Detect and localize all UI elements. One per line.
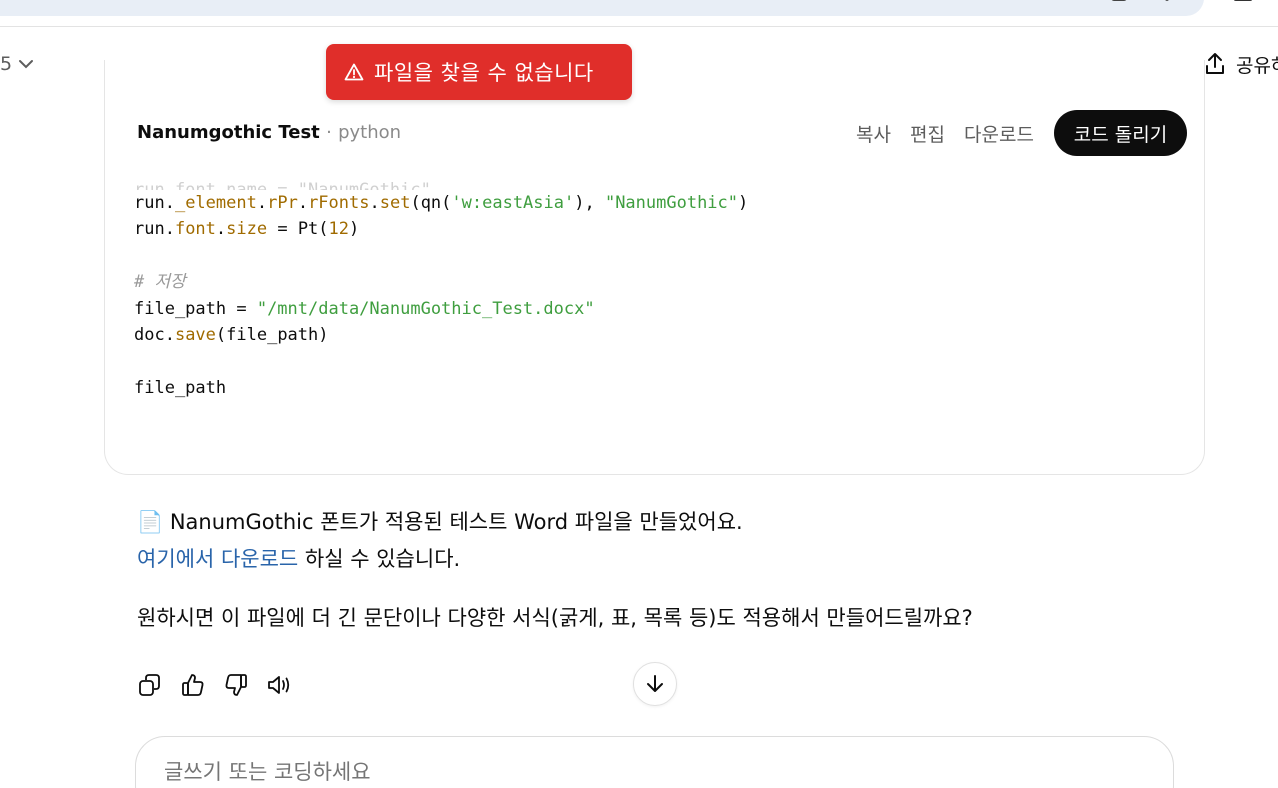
code-line: file_path <box>134 378 227 398</box>
address-bar[interactable] <box>0 0 1204 16</box>
code-title-text: Nanumgothic Test <box>137 122 320 143</box>
code-line: doc.save(file_path) <box>134 325 329 345</box>
message-paragraph: 📄 NanumGothic 폰트가 적용된 테스트 Word 파일을 만들었어요… <box>137 506 743 536</box>
copy-icon[interactable] <box>137 672 163 698</box>
speaker-icon[interactable] <box>266 672 292 698</box>
code-partial-line: run.font.name = "NanumGothic" <box>134 179 431 190</box>
message-text: NanumGothic 폰트가 적용된 테스트 Word 파일을 만들었어요. <box>169 510 743 534</box>
document-emoji-icon: 📄 <box>137 510 164 534</box>
message-paragraph: 원하시면 이 파일에 더 긴 문단이나 다양한 서식(굵게, 표, 목록 등)도… <box>137 606 973 630</box>
code-line: file_path = "/mnt/data/NanumGothic_Test.… <box>134 298 595 319</box>
message-paragraph: 여기에서 다운로드 하실 수 있습니다. <box>137 543 460 573</box>
thumbs-down-icon[interactable] <box>223 672 249 698</box>
star-icon[interactable] <box>1158 0 1176 6</box>
code-content: run.font.name = "NanumGothic" run._elemen… <box>134 150 748 428</box>
profile-icon[interactable] <box>1234 0 1252 6</box>
scroll-to-bottom-button[interactable] <box>633 662 677 706</box>
download-link[interactable]: 여기에서 다운로드 <box>137 547 298 571</box>
error-toast: 파일을 찾을 수 없습니다 <box>326 44 632 100</box>
thumbs-up-icon[interactable] <box>180 672 206 698</box>
share-icon <box>1206 53 1224 74</box>
message-input[interactable] <box>164 760 1064 784</box>
model-picker[interactable]: 5 <box>0 52 34 76</box>
download-code-button[interactable]: 다운로드 <box>964 120 1034 147</box>
code-line: run._element.rPr.rFonts.set(qn('w:eastAs… <box>134 192 749 213</box>
share-label: 공유하기 <box>1236 54 1278 77</box>
copy-code-button[interactable]: 복사 <box>856 120 891 147</box>
edit-code-button[interactable]: 편집 <box>910 120 945 147</box>
code-comment: # 저장 <box>134 272 186 292</box>
search-icon[interactable] <box>1068 0 1086 6</box>
chevron-down-icon <box>19 60 34 69</box>
code-line: run.font.size = Pt(12) <box>134 219 360 239</box>
tab-icon[interactable] <box>1110 0 1128 6</box>
run-code-button[interactable]: 코드 돌리기 <box>1054 110 1187 156</box>
arrow-down-icon <box>647 675 663 692</box>
browser-toolbar <box>0 0 1278 27</box>
toast-message: 파일을 찾을 수 없습니다 <box>374 61 594 85</box>
code-separator: · <box>326 122 332 143</box>
model-label: 5 <box>0 53 13 75</box>
share-button[interactable]: 공유하기 <box>1204 50 1278 78</box>
warning-icon <box>344 63 364 81</box>
code-language: python <box>338 122 402 143</box>
message-text: 하실 수 있습니다. <box>298 547 461 571</box>
code-block-title: Nanumgothic Test · python <box>137 122 401 143</box>
